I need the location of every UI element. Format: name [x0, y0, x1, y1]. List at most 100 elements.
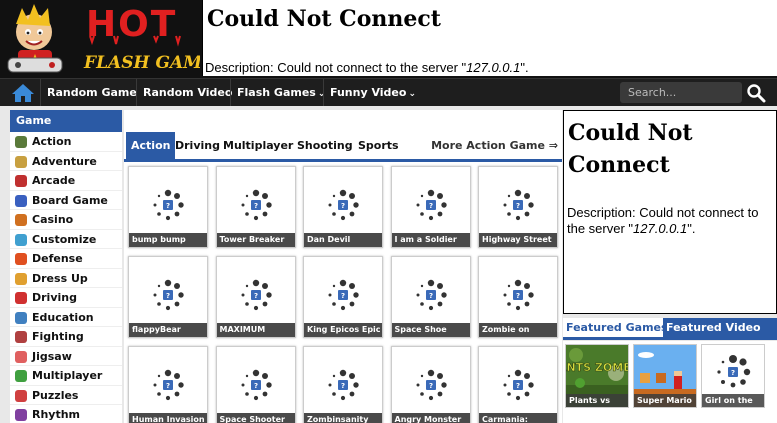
game-card[interactable]: ? Space Shooter [215, 346, 296, 423]
game-card[interactable]: ? King Epicos Epic [303, 256, 383, 338]
tab-sports[interactable]: Sports [353, 132, 404, 159]
game-title: flappyBear [129, 323, 207, 337]
game-card[interactable]: ? Dan Devil [303, 166, 383, 248]
loading-spinner-icon: ? [241, 189, 272, 221]
search-icon[interactable] [746, 83, 766, 103]
featured-game-card[interactable]: ? Girl on the [701, 344, 765, 408]
loading-spinner-icon: ? [328, 369, 359, 401]
nav-flash-games[interactable]: Flash Games ⌄ [230, 79, 331, 106]
loading-spinner-icon: ? [241, 279, 272, 311]
defense-icon [15, 253, 27, 265]
loading-spinner-icon: ? [416, 279, 447, 311]
game-card[interactable]: ? Space Shoe [390, 256, 471, 338]
game-card[interactable]: ? Zombie on [478, 256, 558, 338]
tab-driving[interactable]: Driving [170, 132, 225, 159]
game-card[interactable]: ? flappyBear [128, 256, 208, 338]
game-card[interactable]: ? bump bump [128, 166, 208, 248]
tab-multiplayer[interactable]: Multiplayer [218, 132, 298, 159]
category-action[interactable]: Action [10, 132, 122, 152]
category-label: Driving [32, 291, 77, 304]
game-title: Angry Monster [391, 413, 470, 423]
category-board-game[interactable]: Board Game [10, 191, 122, 210]
category-fighting[interactable]: Fighting [10, 327, 122, 347]
game-card[interactable]: ? Tower Breaker [215, 166, 296, 248]
game-title: Dan Devil [304, 233, 382, 247]
tab-featured-video[interactable]: Featured Video [663, 318, 777, 337]
svg-text:FLASH GAME: FLASH GAME [83, 53, 200, 73]
category-label: Jigsaw [32, 349, 72, 363]
home-icon[interactable] [10, 82, 36, 104]
category-rhythm[interactable]: Rhythm [10, 405, 122, 423]
svg-text:HOT: HOT [86, 4, 177, 45]
category-defense[interactable]: Defense [10, 249, 122, 269]
nav-random-video[interactable]: Random Video [136, 79, 238, 106]
categories-header: Game Categories [10, 110, 122, 149]
tab-shooting[interactable]: Shooting [292, 132, 358, 159]
loading-spinner-icon: ? [416, 189, 447, 221]
puzzles-icon [15, 389, 27, 402]
loading-spinner-icon: ? [153, 189, 184, 221]
category-education[interactable]: Education [10, 308, 122, 327]
svg-text:?: ? [341, 202, 345, 210]
featured-game-title: Girl on the [702, 394, 764, 407]
category-dress-up[interactable]: Dress Up [10, 269, 122, 288]
nav-random-game[interactable]: Random Game [40, 79, 143, 106]
loading-spinner-icon: ? [153, 369, 184, 401]
category-casino[interactable]: Casino [10, 210, 122, 230]
game-card[interactable]: ? Highway Street [478, 166, 558, 248]
category-jigsaw[interactable]: Jigsaw [10, 347, 122, 366]
site-logo[interactable]: HOT FLASH GAME [4, 2, 200, 76]
loading-spinner-icon: ? [328, 189, 359, 221]
svg-text:?: ? [166, 202, 170, 210]
game-card[interactable]: ? Zombinsanity [303, 346, 383, 423]
category-customize[interactable]: Customize [10, 230, 122, 249]
game-card[interactable]: ? MAXIMUM [215, 256, 296, 338]
game-title: MAXIMUM [216, 323, 295, 337]
category-multiplayer[interactable]: Multiplayer [10, 366, 122, 386]
loading-spinner-icon: ? [503, 279, 534, 311]
svg-text:?: ? [253, 202, 257, 210]
game-title: King Epicos Epic [304, 323, 382, 337]
svg-text:?: ? [428, 382, 432, 390]
tab-action[interactable]: Action [126, 132, 176, 159]
svg-text:?: ? [341, 292, 345, 300]
error-panel-right: Could Not Connect Description: Could not… [563, 110, 777, 314]
search-input[interactable] [620, 82, 742, 103]
tab-featured-games[interactable]: Featured Games [563, 318, 671, 337]
more-action-link[interactable]: More Action Game ⇒ [431, 132, 558, 159]
category-adventure[interactable]: Adventure [10, 152, 122, 171]
featured-game-card[interactable]: PLANTS ZOMBIES Plants vs [565, 344, 629, 408]
loading-spinner-icon: ? [241, 369, 272, 401]
game-title: Highway Street [479, 233, 557, 247]
game-card[interactable]: ? Carmania: [478, 346, 558, 423]
category-puzzles[interactable]: Puzzles [10, 386, 122, 405]
error-title: Could Not Connect [568, 120, 693, 178]
category-arcade[interactable]: Arcade [10, 171, 122, 191]
game-title: I am a Soldier [391, 233, 470, 247]
category-label: Arcade [32, 174, 76, 187]
game-title: Space Shoe [391, 323, 470, 337]
featured-tabs: Featured Games Featured Video [563, 318, 777, 340]
arcade-icon [15, 175, 27, 187]
games-panel: Action Driving Multiplayer Shooting Spor… [124, 110, 562, 423]
loading-spinner-icon: ? [153, 279, 184, 311]
jigsaw-icon [15, 350, 27, 363]
customize-icon [15, 233, 27, 246]
game-card[interactable]: ? Human Invasion [128, 346, 208, 423]
category-label: Fighting [32, 330, 84, 343]
svg-text:?: ? [166, 382, 170, 390]
category-tabs: Action Driving Multiplayer Shooting Spor… [124, 132, 562, 162]
education-icon [15, 311, 27, 324]
featured-game-card[interactable]: Super Mario [633, 344, 697, 408]
nav-funny-video[interactable]: Funny Video ⌄ [323, 79, 422, 106]
game-card[interactable]: ? Angry Monster [390, 346, 471, 423]
loading-spinner-icon: ? [416, 369, 447, 401]
featured-games-list: PLANTS ZOMBIES Plants vs Super Mario ? G… [563, 341, 777, 423]
category-label: Casino [32, 213, 74, 226]
svg-text:?: ? [516, 292, 520, 300]
game-title: bump bump [129, 233, 207, 247]
svg-text:?: ? [428, 202, 432, 210]
category-label: Customize [32, 232, 97, 246]
category-driving[interactable]: Driving [10, 288, 122, 308]
game-card[interactable]: ? I am a Soldier [390, 166, 471, 248]
